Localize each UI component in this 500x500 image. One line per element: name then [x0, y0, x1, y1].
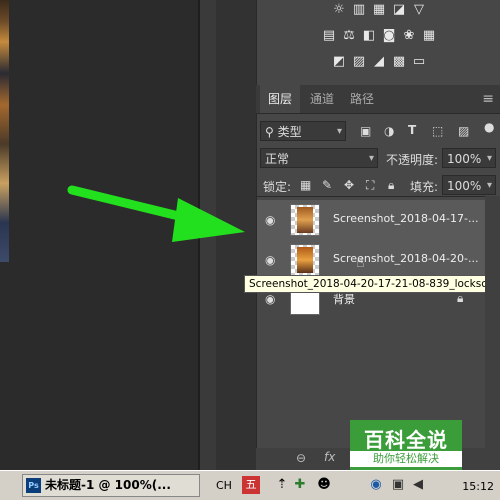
- clock: 15:12: [462, 480, 494, 493]
- layer-thumbnail: [290, 244, 320, 276]
- photoshop-icon: Ps: [26, 478, 41, 493]
- windows-taskbar: Ps 未标题-1 @ 100%(... CH 五 ⇡ ✚ ☻ ◉ ▣ ◀ 15:…: [0, 470, 500, 500]
- layer-name-tooltip: Screenshot_2018-04-20-17-21-08-839_locks…: [244, 275, 500, 293]
- vibrance-icon[interactable]: ▤: [321, 28, 337, 44]
- system-tray: ⇡ ✚ ☻ ◉ ▣ ◀ 15:12: [270, 474, 500, 498]
- filter-smart-object-icon[interactable]: ▨: [458, 124, 469, 138]
- volume-icon[interactable]: ◀: [410, 477, 426, 493]
- opacity-value: 100%: [447, 152, 482, 166]
- filter-shape-icon[interactable]: ⬚: [432, 124, 443, 138]
- photoshop-task-button[interactable]: Ps 未标题-1 @ 100%(...: [22, 474, 200, 497]
- hand-cursor-icon: ☝: [356, 255, 365, 271]
- qq-icon[interactable]: ☻: [316, 477, 332, 493]
- lock-artboard-icon[interactable]: ⛶: [366, 178, 374, 193]
- watermark-logo: 百科全说 助你轻松解决: [350, 420, 462, 470]
- layer-name: 背景: [333, 293, 355, 306]
- layer-name: Screenshot_2018-04-17-...: [333, 212, 479, 225]
- filter-adjustment-icon[interactable]: ◑: [384, 124, 394, 138]
- visibility-eye-icon[interactable]: ◉: [265, 292, 279, 306]
- lock-transparent-icon[interactable]: ▦: [300, 178, 311, 192]
- adjustments-row-1: ☼ ▥ ▦ ◪ ▽: [257, 2, 500, 18]
- lock-all-icon[interactable]: 🔒︎: [388, 178, 394, 193]
- selective-color-icon[interactable]: ▩: [391, 54, 407, 70]
- lock-label: 锁定:: [263, 180, 292, 194]
- watermark-subtitle: 助你轻松解决: [350, 451, 462, 467]
- fx-icon[interactable]: fx: [324, 450, 335, 464]
- green-arrow-annotation: [67, 185, 245, 242]
- layers-scrollbar[interactable]: [485, 196, 500, 466]
- adjustments-row-3: ◩ ▨ ◢ ▩ ▭: [257, 54, 500, 70]
- layer-row[interactable]: ◉ Screenshot_2018-04-17-...: [257, 200, 485, 240]
- chevron-down-icon: ▾: [368, 153, 374, 164]
- filter-toggle-icon[interactable]: ●: [484, 120, 494, 134]
- update-icon[interactable]: ◉: [368, 477, 384, 493]
- lock-paint-icon[interactable]: ✎: [322, 178, 332, 192]
- channel-mixer-icon[interactable]: ❀: [401, 28, 417, 44]
- network-icon[interactable]: ▣: [390, 477, 406, 493]
- gradient-map-icon[interactable]: ▭: [411, 54, 427, 70]
- watermark-title: 百科全说: [364, 428, 448, 452]
- ime-indicator[interactable]: CH: [216, 479, 232, 492]
- layers-panel-tabs: 图层 通道 路径 ≡: [256, 85, 500, 114]
- exposure-icon[interactable]: ◪: [391, 2, 407, 18]
- tray-expand-icon[interactable]: ⇡: [274, 477, 290, 493]
- layer-thumbnail: [290, 204, 320, 236]
- input-method-icon[interactable]: 五: [242, 476, 260, 494]
- visibility-eye-icon[interactable]: ◉: [265, 213, 279, 227]
- chevron-down-icon: ▾: [486, 153, 492, 164]
- layer-name: Screenshot_2018-04-20-...: [333, 252, 479, 265]
- visibility-eye-icon[interactable]: ◉: [265, 253, 279, 267]
- blend-mode-value: 正常: [265, 152, 290, 166]
- posterize-icon[interactable]: ▨: [351, 54, 367, 70]
- opacity-label: 不透明度:: [386, 153, 439, 167]
- tab-layers[interactable]: 图层: [260, 85, 300, 113]
- adjustments-row-2: ▤ ⚖ ◧ ◙ ❀ ▦: [257, 28, 500, 44]
- security-icon[interactable]: ✚: [292, 477, 308, 493]
- gradient-triangle-icon[interactable]: ▽: [411, 2, 427, 18]
- color-lookup-icon[interactable]: ▦: [421, 28, 437, 44]
- chevron-down-icon: ▾: [486, 180, 492, 191]
- photo-filter-icon[interactable]: ◙: [381, 28, 397, 44]
- chevron-down-icon: ▾: [336, 126, 342, 137]
- fill-label: 填充:: [410, 180, 439, 194]
- curves-icon[interactable]: ▦: [371, 2, 387, 18]
- task-label: 未标题-1 @ 100%(...: [45, 478, 171, 492]
- black-white-icon[interactable]: ◧: [361, 28, 377, 44]
- lock-move-icon[interactable]: ✥: [344, 178, 354, 192]
- layer-lock-icon: 🔒︎: [457, 291, 464, 305]
- search-icon: ⚲: [265, 125, 274, 139]
- invert-icon[interactable]: ◩: [331, 54, 347, 70]
- blend-mode-dropdown[interactable]: 正常 ▾: [260, 148, 378, 168]
- separator: [256, 196, 485, 197]
- tab-channels[interactable]: 通道: [302, 85, 342, 113]
- layer-filter-dropdown[interactable]: ⚲ 类型 ▾: [260, 121, 346, 141]
- brightness-icon[interactable]: ☼: [331, 2, 347, 18]
- fill-value: 100%: [447, 179, 482, 193]
- link-layers-icon[interactable]: ⊖: [296, 451, 306, 465]
- filter-kind-label: 类型: [277, 125, 302, 139]
- color-balance-icon[interactable]: ⚖: [341, 28, 357, 44]
- levels-icon[interactable]: ▥: [351, 2, 367, 18]
- arrow-head: [172, 198, 245, 242]
- layer-row[interactable]: ◉ Screenshot_2018-04-20-...: [257, 240, 485, 280]
- filter-pixel-icon[interactable]: ▣: [360, 124, 371, 138]
- opacity-field[interactable]: 100% ▾: [442, 148, 496, 168]
- filter-type-icon[interactable]: T: [408, 123, 416, 137]
- tab-paths[interactable]: 路径: [342, 85, 382, 113]
- threshold-icon[interactable]: ◢: [371, 54, 387, 70]
- panel-menu-icon[interactable]: ≡: [482, 91, 494, 107]
- fill-field[interactable]: 100% ▾: [442, 175, 496, 195]
- canvas-image-edge: [0, 0, 9, 262]
